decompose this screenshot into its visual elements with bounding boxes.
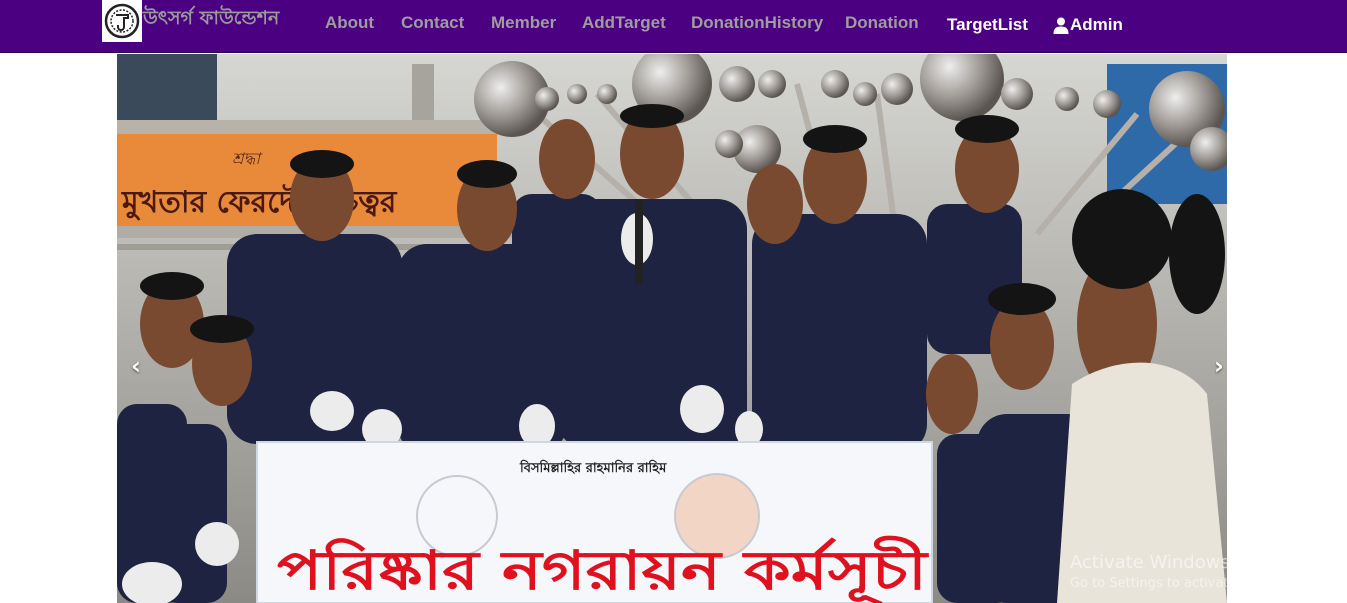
admin-label: Admin	[1070, 15, 1123, 34]
admin-menu[interactable]: Admin	[1053, 15, 1123, 35]
foundation-logo-icon	[102, 0, 142, 42]
banner-top-text: বিসমিল্লাহির রাহমানির রাহিম	[519, 459, 667, 476]
nav-link-contact[interactable]: Contact	[401, 13, 464, 33]
brand[interactable]: উৎসর্গ ফাউন্ডেশন	[102, 0, 279, 42]
nav-link-donationhistory[interactable]: DonationHistory	[691, 13, 823, 33]
carousel-prev-button[interactable]: ‹	[131, 352, 141, 380]
nav-link-about[interactable]: About	[325, 13, 374, 33]
banner-main-text: পরিষ্কার নগরায়ন কর্মসূচী	[277, 536, 929, 603]
carousel-slide-image: শ্রদ্ধা মুখতার ফেরদৌসী চত্বর বিসমিল্লাহি…	[117, 54, 1227, 603]
photo-carousel[interactable]: শ্রদ্ধা মুখতার ফেরদৌসী চত্বর বিসমিল্লাহি…	[117, 54, 1227, 603]
brand-name[interactable]: উৎসর্গ ফাউন্ডেশন	[143, 4, 279, 36]
nav-link-targetlist[interactable]: TargetList	[947, 15, 1028, 35]
top-navbar: উৎসর্গ ফাউন্ডেশন About Contact Member Ad…	[0, 0, 1347, 53]
sign-script-text: শ্রদ্ধা	[232, 149, 263, 168]
user-icon	[1053, 17, 1069, 34]
sign-text: মুখতার ফেরদৌসী চত্বর	[121, 182, 398, 221]
carousel-next-button[interactable]: ›	[1214, 352, 1224, 380]
nav-link-member[interactable]: Member	[491, 13, 556, 33]
nav-link-addtarget[interactable]: AddTarget	[582, 13, 666, 33]
nav-link-donation[interactable]: Donation	[845, 13, 919, 33]
